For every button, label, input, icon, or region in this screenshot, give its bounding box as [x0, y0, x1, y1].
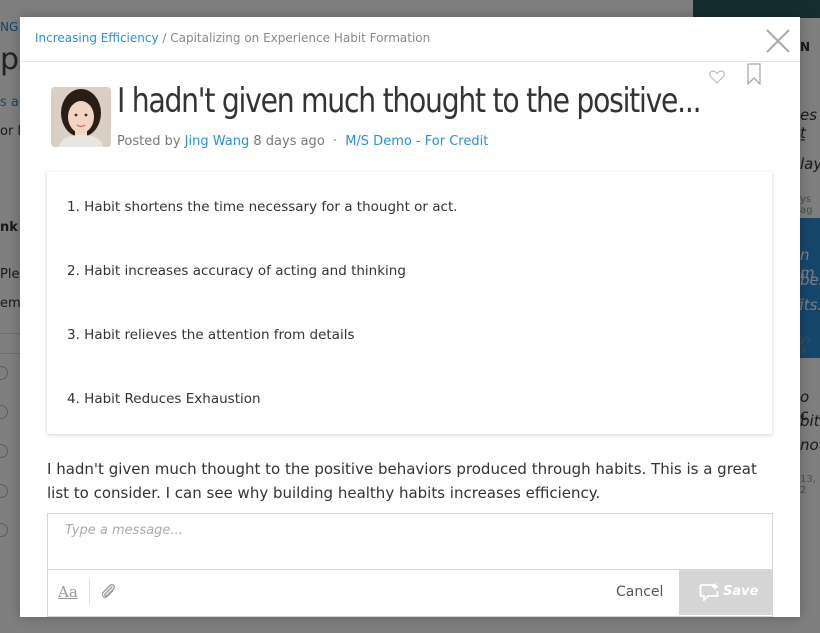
breadcrumb-current: Capitalizing on Experience Habit Formati… — [170, 31, 431, 45]
message-input[interactable] — [63, 522, 757, 539]
author-avatar[interactable] — [51, 87, 111, 147]
paperclip-icon — [101, 584, 115, 599]
list-item: 3. Habit relieves the attention from det… — [67, 327, 355, 343]
bookmark-button[interactable] — [747, 63, 761, 86]
save-label: Save — [723, 584, 759, 599]
list-item: 1. Habit shortens the time necessary for… — [67, 199, 458, 215]
modal-header: Increasing Efficiency / Capitalizing on … — [20, 17, 800, 62]
like-button[interactable] — [709, 69, 725, 84]
avatar-image — [51, 87, 111, 147]
breadcrumb-separator: / — [158, 31, 171, 45]
cancel-button[interactable]: Cancel — [616, 584, 663, 600]
format-text-button[interactable]: Aa — [58, 583, 78, 601]
attached-list-card: 1. Habit shortens the time necessary for… — [47, 172, 772, 434]
close-icon — [766, 29, 790, 53]
posted-by-label: Posted by — [117, 134, 181, 149]
heart-icon — [709, 70, 725, 84]
list-item: 4. Habit Reduces Exhaustion — [67, 391, 261, 407]
breadcrumb-parent-link[interactable]: Increasing Efficiency — [35, 31, 159, 45]
comment-plus-icon — [699, 583, 719, 601]
post-modal: Increasing Efficiency / Capitalizing on … — [20, 17, 800, 617]
post-meta: Posted by Jing Wang 8 days ago · M/S Dem… — [117, 134, 488, 149]
attach-button[interactable] — [100, 582, 118, 602]
toolbar-divider — [89, 578, 90, 604]
message-input-wrapper — [48, 514, 772, 570]
author-link[interactable]: Jing Wang — [185, 134, 250, 149]
breadcrumb: Increasing Efficiency / Capitalizing on … — [35, 31, 430, 45]
group-link[interactable]: M/S Demo - For Credit — [345, 134, 488, 149]
save-button[interactable]: Save — [679, 570, 772, 615]
post-time: 8 days ago — [253, 134, 325, 149]
post-title: I hadn't given much thought to the posit… — [117, 81, 702, 121]
list-item: 2. Habit increases accuracy of acting an… — [67, 263, 406, 279]
post-body: I hadn't given much thought to the posit… — [47, 460, 757, 502]
reply-composer: Aa Cancel Save — [47, 513, 773, 617]
close-button[interactable] — [764, 27, 792, 55]
bookmark-icon — [747, 63, 761, 86]
meta-separator: · — [332, 134, 338, 149]
